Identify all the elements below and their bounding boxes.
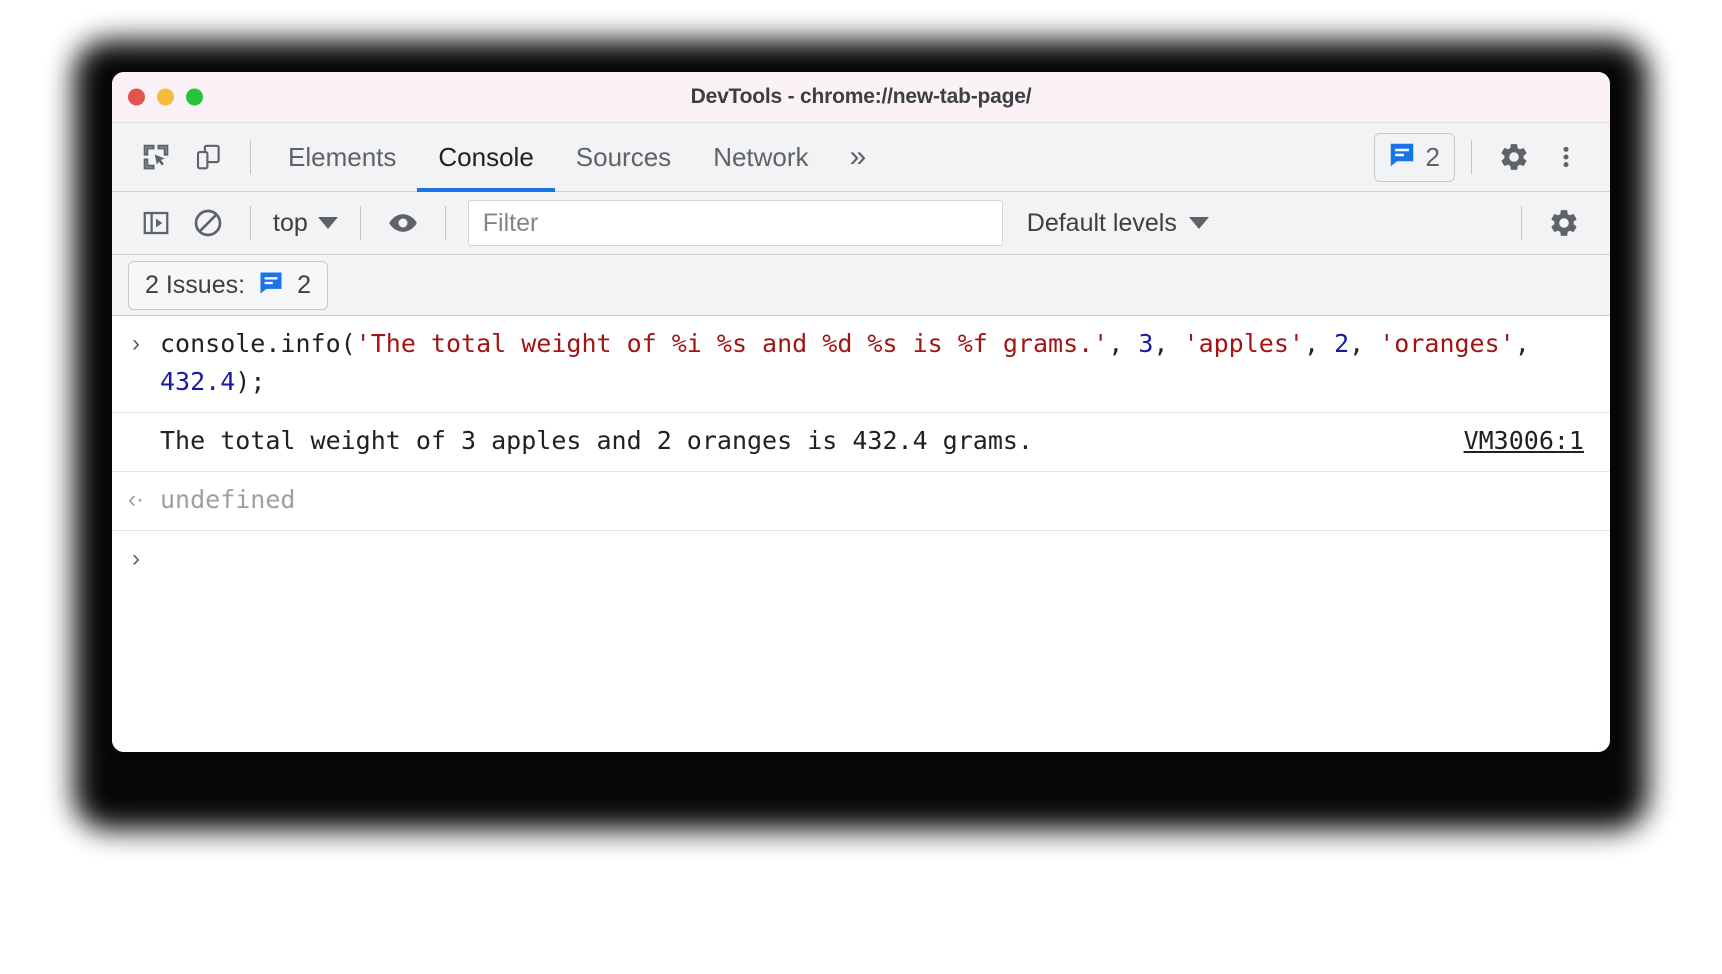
console-sidebar-icon[interactable] [130, 200, 182, 246]
chevron-down-icon [317, 217, 338, 229]
execution-context-label: top [273, 208, 308, 237]
issues-bar-count: 2 [297, 270, 311, 299]
code-token: console.info( [160, 329, 356, 358]
console-return-prompt-icon: ‹· [128, 486, 144, 513]
inspect-element-icon[interactable] [130, 132, 182, 182]
console-toolbar-right-group [1505, 200, 1610, 246]
code-token: ); [235, 367, 266, 396]
tab-elements[interactable]: Elements [267, 123, 417, 191]
live-expression-eye-icon[interactable] [377, 200, 429, 246]
tabbar-right-group: 2 [1373, 132, 1610, 182]
console-toolbar-divider-4 [1521, 206, 1522, 240]
log-levels-selector[interactable]: Default levels [1027, 209, 1209, 238]
console-message-list: › console.info('The total weight of %i %… [112, 316, 1610, 752]
issues-counter-button[interactable]: 2 [1373, 132, 1455, 182]
console-input-row[interactable]: › console.info('The total weight of %i %… [112, 316, 1610, 413]
console-input-prompt-icon: › [132, 330, 140, 357]
console-log-row: The total weight of 3 apples and 2 orang… [112, 413, 1610, 472]
maximize-window-button[interactable] [186, 88, 203, 106]
tab-network[interactable]: Network [692, 123, 829, 191]
issues-count: 2 [1425, 141, 1440, 172]
tabbar-right-divider [1471, 140, 1472, 174]
chevron-down-icon [1188, 217, 1209, 229]
issues-message-icon [1387, 140, 1417, 175]
window-titlebar: DevTools - chrome://new-tab-page/ [112, 72, 1610, 123]
devtools-tabbar: Elements Console Sources Network » 2 [112, 123, 1610, 192]
code-token: , [1303, 329, 1335, 358]
issues-bar: 2 Issues: 2 [112, 255, 1610, 316]
window-title: DevTools - chrome://new-tab-page/ [690, 85, 1032, 108]
console-toolbar-divider-3 [444, 206, 446, 240]
code-token: 'oranges' [1379, 329, 1515, 358]
close-window-button[interactable] [128, 88, 145, 106]
code-token: 'apples' [1183, 329, 1304, 358]
tabbar-divider [250, 140, 251, 174]
execution-context-selector[interactable]: top [267, 209, 344, 238]
console-toolbar-divider-1 [250, 206, 251, 240]
filter-input[interactable]: Filter [467, 200, 1003, 246]
device-toolbar-icon[interactable] [182, 132, 234, 182]
tab-console[interactable]: Console [417, 123, 556, 192]
code-token: 'The total weight of %i %s and %d %s is … [355, 329, 1109, 358]
filter-placeholder: Filter [482, 208, 539, 237]
console-log-text: The total weight of 3 apples and 2 orang… [160, 426, 1033, 455]
issues-bar-label: 2 Issues: [145, 270, 246, 299]
code-token: , [1108, 329, 1139, 358]
console-return-row: ‹· undefined [112, 472, 1610, 531]
console-log-source-link[interactable]: VM3006:1 [1464, 422, 1594, 460]
window-traffic-lights [128, 88, 203, 106]
console-log-content: The total weight of 3 apples and 2 orang… [160, 422, 1610, 460]
devtools-window: DevTools - chrome://new-tab-page/ Elemen… [112, 72, 1610, 752]
console-prompt-row[interactable]: › [112, 531, 1610, 589]
console-toolbar-divider-2 [359, 206, 361, 240]
console-return-value: undefined [160, 485, 296, 514]
console-prompt-icon: › [132, 545, 140, 572]
issues-bar-button[interactable]: 2 Issues: 2 [128, 260, 328, 310]
console-toolbar: top Filter Default levels [112, 192, 1610, 255]
minimize-window-button[interactable] [157, 88, 174, 106]
code-token: , [1514, 329, 1545, 358]
code-token: 3 [1138, 329, 1154, 358]
console-input-code: console.info('The total weight of %i %s … [160, 325, 1610, 401]
clear-console-icon[interactable] [182, 200, 234, 246]
tab-sources[interactable]: Sources [555, 123, 692, 191]
kebab-menu-icon[interactable] [1540, 132, 1592, 182]
code-token: , [1153, 329, 1184, 358]
console-settings-gear-icon[interactable] [1538, 200, 1590, 246]
code-token: 2 [1334, 329, 1350, 358]
issues-message-icon [257, 269, 285, 302]
code-token: , [1349, 329, 1380, 358]
code-token: 432.4 [160, 367, 236, 396]
log-levels-label: Default levels [1026, 208, 1177, 237]
gear-icon[interactable] [1488, 132, 1540, 182]
more-tabs-chevron-icon[interactable]: » [830, 142, 887, 172]
